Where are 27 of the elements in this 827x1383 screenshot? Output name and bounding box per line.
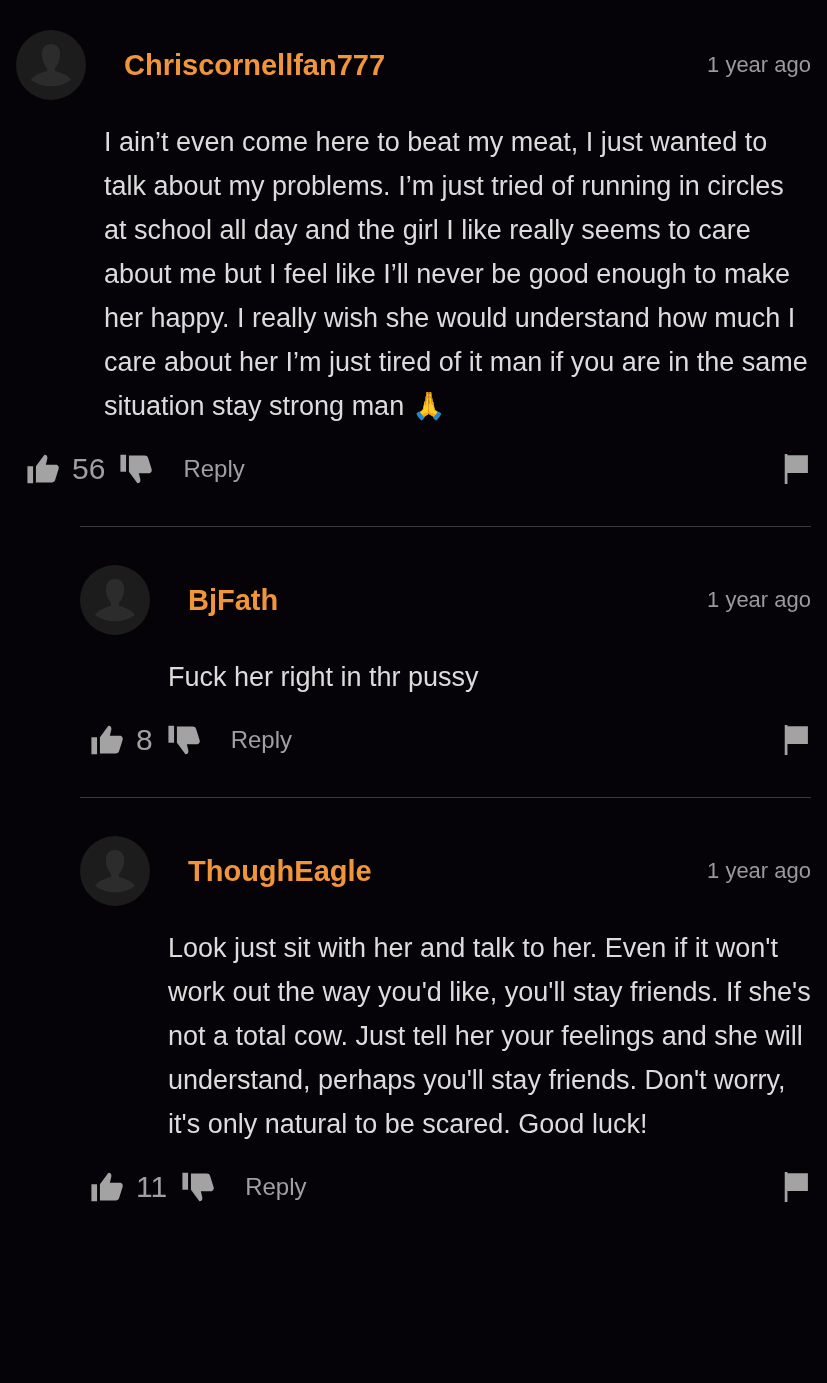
username[interactable]: ThoughEagle xyxy=(188,854,708,888)
reply-link[interactable]: Reply xyxy=(230,726,783,754)
avatar-icon xyxy=(16,30,86,100)
thumbs-up-icon[interactable] xyxy=(90,723,124,757)
flag-icon[interactable] xyxy=(783,725,811,755)
comment-text: Look just sit with her and talk to her. Even if it won't work out the way you'd like, you'll stay friends. If she's not a total cow. Just tell her your feelings and she will understand, perhaps you'll stay friends. Don't worry, it's only natural to be scared. Good luck! xyxy=(168,932,811,1141)
comment-text: I ain’t even come here to beat my meat, I just wanted to talk about my problems. I’m just tried of running in circles at school all day and the girl I like really seems to care about me but I feel like I’ll never be good enough to make her happy. I really wish she would understand how much I care about her I’m just tired of it man if you are in the same situation stay strong man 🙏 xyxy=(104,126,809,423)
avatar-icon xyxy=(80,565,150,635)
reply-link[interactable]: Reply xyxy=(183,455,783,483)
thumbs-down-icon[interactable] xyxy=(166,723,201,757)
like-count: 56 xyxy=(72,452,106,486)
thumbs-down-icon[interactable] xyxy=(119,452,154,486)
reply-link[interactable]: Reply xyxy=(245,1173,783,1201)
avatar-icon xyxy=(80,836,150,906)
timestamp: 1 year ago xyxy=(707,587,811,613)
thumbs-up-icon[interactable] xyxy=(26,452,60,486)
timestamp: 1 year ago xyxy=(707,858,811,884)
like-count: 8 xyxy=(136,723,153,757)
flag-icon[interactable] xyxy=(783,454,811,484)
username[interactable]: BjFath xyxy=(188,583,708,617)
comment-text: Fuck her right in thr pussy xyxy=(168,661,480,694)
username[interactable]: Chriscornellfan777 xyxy=(124,48,708,82)
timestamp: 1 year ago xyxy=(707,52,811,78)
thumbs-down-icon[interactable] xyxy=(181,1170,216,1204)
flag-icon[interactable] xyxy=(783,1172,811,1202)
thumbs-up-icon[interactable] xyxy=(90,1170,124,1204)
like-count: 11 xyxy=(136,1170,168,1204)
